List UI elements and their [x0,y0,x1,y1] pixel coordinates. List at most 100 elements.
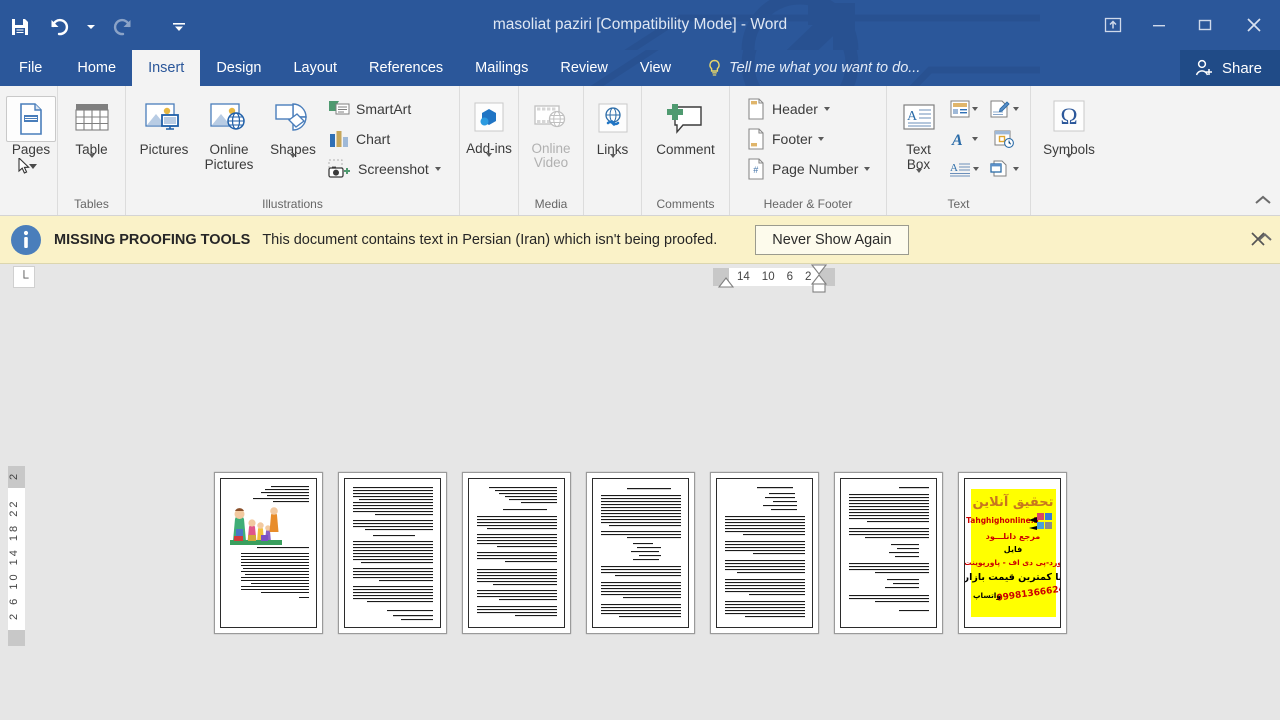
object-button[interactable] [984,154,1024,184]
date-time-button[interactable] [984,124,1024,154]
undo-button[interactable] [40,7,80,47]
chart-button[interactable]: Chart [324,124,445,154]
smartart-button[interactable]: SmartArt [324,94,445,124]
ribbon-group-header-footer: Header Footer # Page Number Header & Foo… [730,86,887,215]
symbols-icon: Ω [1048,96,1090,142]
pages-button[interactable]: Pages [6,92,56,174]
text-small-icons: A A [944,92,1024,184]
page-content-5 [715,478,813,628]
message-text: This document contains text in Persian (… [262,231,718,248]
quick-parts-button[interactable] [944,94,984,124]
page-number-icon: # [748,158,764,180]
ribbon-tab-bar: File Home Insert Design Layout Reference… [0,50,1280,86]
online-video-button[interactable]: Online Video [525,92,577,170]
page-thumbnail-1[interactable] [213,472,323,634]
collapse-ribbon-button[interactable] [1254,193,1272,211]
family-illustration [229,507,282,545]
links-icon [595,96,631,142]
document-workspace: └ 2 2 6 10 14 18 22 14 10 6 2 تحقیق آنلا… [0,233,1280,720]
close-button[interactable] [1228,0,1280,50]
pages-icon [6,96,56,142]
svg-text:A: A [950,162,958,174]
minimize-icon [1153,25,1165,27]
page-content-3 [467,478,565,628]
customize-quick-access-toolbar-button[interactable] [168,7,190,47]
text-group-label: Text [947,197,970,211]
ruler-tick-14: 14 [737,271,750,283]
page-thumbnail-6[interactable] [833,472,943,634]
horizontal-ruler[interactable]: 14 10 6 2 [713,264,836,293]
tab-references[interactable]: References [353,50,459,86]
share-button[interactable]: Share [1179,50,1280,86]
restore-icon [1198,19,1212,31]
table-button[interactable]: Table [64,92,119,173]
chevron-up-icon [1258,233,1272,241]
restore-button[interactable] [1182,0,1228,50]
wordart-button[interactable]: A [944,124,984,154]
page-number-button[interactable]: # Page Number [742,154,874,184]
online-pictures-button[interactable]: Online Pictures [196,92,262,172]
never-show-again-button[interactable]: Never Show Again [755,224,909,255]
page-thumbnail-2[interactable] [337,472,447,634]
title-bar: masoliat paziri [Compatibility Mode] - W… [0,0,1280,50]
right-indent-marker-icon[interactable] [810,262,828,296]
tab-mailings[interactable]: Mailings [459,50,544,86]
footer-label: Footer [772,131,813,147]
footer-button[interactable]: Footer [742,124,874,154]
ribbon: Pages Table Tables Pictures Online Pictu… [0,86,1280,216]
chevron-down-icon [973,167,979,171]
signature-line-button[interactable] [984,94,1024,124]
page-thumbnail-4[interactable] [585,472,695,634]
links-group-label [584,197,641,215]
left-indent-marker-icon[interactable] [717,276,735,306]
text-box-label: Text Box [906,142,931,172]
text-box-button[interactable]: A Text Box [893,92,944,188]
chevron-down-icon [972,107,978,111]
scroll-up-button[interactable] [1256,230,1274,248]
header-button[interactable]: Header [742,94,874,124]
drop-cap-button[interactable]: A [944,154,984,184]
ad-headline: تحقیق آنلاین [972,493,1053,510]
add-ins-icon [470,96,508,142]
tab-home[interactable]: Home [61,50,132,86]
tab-design[interactable]: Design [200,50,277,86]
tab-insert[interactable]: Insert [132,50,201,86]
ribbon-display-options-button[interactable] [1090,0,1136,50]
undo-dropdown-button[interactable] [80,7,102,47]
shapes-button[interactable]: Shapes [262,92,324,173]
tell-me-search[interactable]: Tell me what you want to do... [707,50,920,86]
page-content-6 [839,478,937,628]
pictures-button[interactable]: Pictures [132,92,196,157]
save-button[interactable] [0,7,40,47]
tab-stop-glyph: └ [19,269,29,285]
table-icon [72,96,112,142]
page-thumbnail-5[interactable] [709,472,819,634]
lightbulb-icon [709,59,720,76]
ad-line2: فایل [1003,545,1021,554]
chevron-down-icon [486,153,492,172]
chevron-up-icon [1255,195,1271,204]
pictures-label: Pictures [139,142,189,157]
tab-review[interactable]: Review [544,50,624,86]
screenshot-button[interactable]: Screenshot [324,154,445,184]
ribbon-group-symbols: Ω Symbols [1031,86,1107,215]
tab-file[interactable]: File [0,50,62,86]
minimize-button[interactable] [1136,0,1182,50]
tables-group-label: Tables [74,197,109,211]
page-content-1 [219,478,317,628]
redo-button[interactable] [102,7,142,47]
page-thumbnail-7[interactable]: تحقیق آنلاین Tahghighonline.ir مرجع دانل… [957,472,1067,634]
pages-dropdown[interactable] [6,158,56,174]
links-button[interactable]: Links [590,92,635,173]
tab-stop-selector[interactable]: └ [13,266,35,288]
add-ins-button[interactable]: Add-ins [466,92,512,172]
comment-button[interactable]: Comment [648,92,723,157]
horizontal-ruler-track: 14 10 6 2 [729,268,820,286]
quick-access-toolbar [0,0,190,50]
tab-view[interactable]: View [624,50,687,86]
page-thumbnail-3[interactable] [461,472,571,634]
tab-layout[interactable]: Layout [277,50,353,86]
symbols-button[interactable]: Ω Symbols [1037,92,1101,173]
online-pictures-label: Online Pictures [204,142,254,172]
chevron-down-icon [609,154,616,173]
